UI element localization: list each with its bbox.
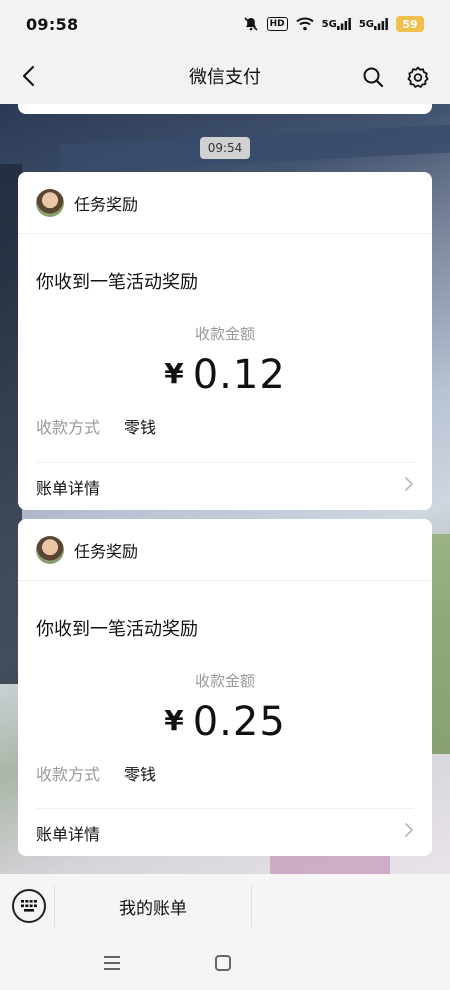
amount-number: 0.25 (192, 699, 286, 745)
avatar (36, 188, 64, 217)
gear-icon[interactable] (403, 62, 433, 92)
signal-1-label: 5G (321, 18, 337, 30)
card-header: 任务奖励 (18, 519, 432, 581)
amount-value: ¥0.25 (18, 699, 432, 745)
divider (251, 885, 252, 927)
signal-2-label: 5G (358, 18, 374, 30)
method-value: 零钱 (124, 418, 157, 437)
my-bills-menu[interactable]: 我的账单 (55, 894, 251, 919)
system-nav-bar (0, 938, 450, 990)
battery-icon: 59 (396, 16, 424, 32)
mute-bell-icon (243, 16, 259, 32)
chevron-right-icon (404, 476, 414, 497)
signal-icon-2: 5G (359, 18, 388, 30)
nav-bar: 微信支付 (0, 48, 450, 104)
bill-details-label: 账单详情 (36, 824, 101, 844)
bg-beam (60, 122, 450, 174)
avatar (36, 535, 64, 564)
method-label: 收款方式 (36, 418, 101, 437)
card-subject: 你收到一笔活动奖励 (36, 619, 198, 640)
method-label: 收款方式 (36, 765, 101, 784)
amount-label: 收款金额 (194, 672, 255, 690)
menu-icon[interactable] (103, 955, 121, 971)
payment-method-row: 收款方式 零钱 (36, 761, 156, 785)
method-value: 零钱 (124, 765, 157, 784)
hd-badge: HD (266, 17, 288, 31)
bill-details-link[interactable]: 账单详情 (36, 462, 414, 510)
card-subject: 你收到一笔活动奖励 (36, 272, 198, 293)
bottom-menu-bar: 我的账单 (0, 874, 450, 938)
bill-details-link[interactable]: 账单详情 (36, 808, 414, 856)
keyboard-icon[interactable] (12, 889, 46, 923)
amount-label: 收款金额 (194, 325, 255, 343)
currency-symbol: ¥ (164, 704, 185, 737)
payment-notification-card[interactable]: 任务奖励 你收到一笔活动奖励 收款金额 ¥0.25 收款方式 零钱 账单详情 (18, 519, 432, 856)
amount-value: ¥0.12 (18, 352, 432, 398)
message-timestamp: 09:54 (200, 137, 250, 159)
payment-method-row: 收款方式 零钱 (36, 414, 156, 438)
status-time: 09:58 (26, 14, 79, 34)
card-header: 任务奖励 (18, 172, 432, 234)
card-sender: 任务奖励 (74, 541, 139, 561)
card-sender: 任务奖励 (74, 194, 139, 214)
bill-details-label: 账单详情 (36, 478, 101, 498)
payment-notification-card[interactable]: 任务奖励 你收到一笔活动奖励 收款金额 ¥0.12 收款方式 零钱 账单详情 (18, 172, 432, 510)
search-icon[interactable] (358, 62, 388, 92)
status-icons: HD 5G 5G 59 (243, 16, 424, 32)
signal-icon-1: 5G (322, 18, 351, 30)
card-body: 你收到一笔活动奖励 收款金额 ¥0.12 收款方式 零钱 (18, 234, 432, 462)
page-title: 微信支付 (189, 67, 261, 88)
currency-symbol: ¥ (164, 357, 185, 390)
chevron-right-icon (404, 822, 414, 843)
home-square-icon[interactable] (215, 955, 231, 971)
previous-message-card (18, 104, 432, 114)
chevron-left-icon[interactable] (14, 62, 42, 90)
amount-number: 0.12 (192, 352, 286, 398)
card-body: 你收到一笔活动奖励 收款金额 ¥0.25 收款方式 零钱 (18, 581, 432, 809)
status-bar: 09:58 HD 5G 5G 59 (0, 0, 450, 48)
wifi-icon (295, 17, 314, 31)
